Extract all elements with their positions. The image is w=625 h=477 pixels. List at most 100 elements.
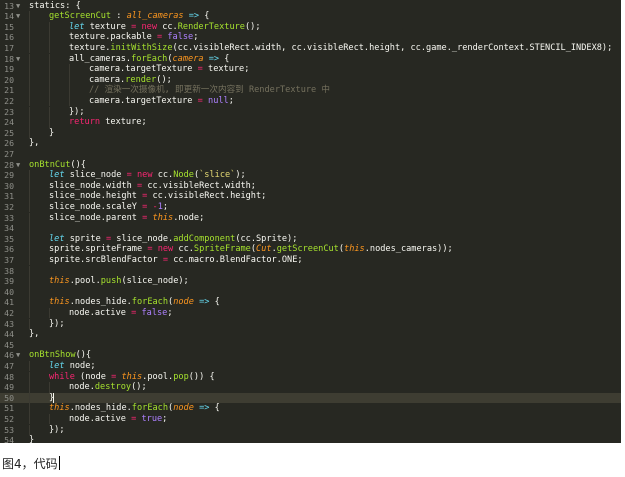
code-editor[interactable]: 13 ▼ statics: {14 ▼ getScreenCut : all_camer… — [0, 0, 621, 443]
fold-arrow-icon[interactable]: ▼ — [16, 11, 24, 22]
code-line[interactable]: 24 return texture; — [0, 117, 621, 128]
code-line[interactable]: 36 sprite.spriteFrame = new cc.SpriteFram… — [0, 244, 621, 255]
code-line[interactable]: 29 let slice_node = new cc.Node(`slice`); — [0, 170, 621, 181]
line-number: 15 — [4, 21, 14, 32]
code-line[interactable]: 34 — [0, 223, 621, 234]
line-number: 17 — [4, 42, 14, 53]
code-line[interactable]: 42 node.active = false; — [0, 307, 621, 319]
code-text: camera.targetTexture = texture; — [29, 64, 249, 75]
code-token: true — [141, 413, 163, 424]
code-token: forEach — [131, 297, 169, 308]
code-token: { — [199, 11, 210, 22]
code-line[interactable]: 47 let node; — [0, 360, 621, 372]
code-token: destroy — [94, 382, 132, 393]
indent-guide — [49, 32, 50, 43]
code-line[interactable]: 40 — [0, 286, 621, 298]
line-number: 14 — [4, 11, 14, 22]
code-token: null — [208, 95, 229, 106]
indent-guide — [29, 403, 30, 414]
code-line[interactable]: 48 while (node = this.pool.pop()) { — [0, 371, 621, 383]
code-token: getScreenCut — [276, 244, 339, 255]
code-token: ; — [228, 95, 234, 106]
indent-guide — [29, 297, 30, 308]
line-number: 42 — [4, 307, 14, 318]
code-line[interactable]: 15 let texture = new cc.RenderTexture(); — [0, 21, 621, 33]
code-line[interactable]: 14 ▼ getScreenCut : all_cameras => { — [0, 11, 621, 22]
code-line[interactable]: 35 let sprite = slice_node.addComponent(c… — [0, 233, 621, 245]
code-line[interactable]: 13 ▼ statics: { — [0, 1, 621, 12]
code-line[interactable]: 19 camera.targetTexture = texture; — [0, 64, 621, 75]
indent-guide — [29, 318, 30, 330]
code-token: texture; — [202, 64, 250, 75]
code-line[interactable]: 21 // 渲染一次摄像机, 即更新一次内容到 RenderTexture 中 — [0, 85, 621, 96]
code-line[interactable]: 30 slice_node.width = cc.visibleRect.widt… — [0, 180, 621, 192]
code-token: node. — [69, 382, 95, 393]
code-token: this — [344, 244, 365, 255]
code-token: while — [49, 371, 75, 382]
indent-guide — [29, 392, 30, 404]
code-token: `slice` — [199, 170, 236, 181]
indent-guide — [29, 201, 30, 213]
fold-arrow-icon[interactable]: ▼ — [16, 1, 24, 12]
code-line[interactable]: 50} — [0, 392, 621, 404]
code-line[interactable]: 46 ▼ onBtnShow(){ — [0, 350, 621, 361]
text-cursor — [58, 456, 60, 470]
code-line[interactable]: 33 slice_node.parent = this.node; — [0, 212, 621, 224]
code-token: camera. — [89, 74, 126, 85]
code-text: }); — [29, 318, 65, 330]
code-line[interactable]: 27 — [0, 149, 621, 160]
figure-caption[interactable]: 图4，代码 — [2, 455, 60, 472]
code-line[interactable]: 18 ▼ all_cameras.forEach(camera => { — [0, 53, 621, 65]
code-line[interactable]: 31 slice_node.height = cc.visibleRect.hei… — [0, 191, 621, 202]
code-line[interactable]: 39 this.pool.push(slice_node); — [0, 276, 621, 287]
indent-guide — [49, 95, 50, 107]
code-text: slice_node.width = cc.visibleRect.width; — [29, 180, 256, 192]
code-line[interactable]: 41 this.nodes_hide.forEach(node => { — [0, 297, 621, 308]
code-line[interactable]: 17 texture.initWithSize(cc.visibleRect.wi… — [0, 42, 621, 54]
line-number: 43 — [4, 318, 14, 329]
code-token: forEach — [131, 403, 169, 414]
code-line[interactable]: 44}, — [0, 329, 621, 340]
fold-arrow-icon[interactable]: ▼ — [16, 160, 24, 171]
line-number: 28 — [4, 159, 14, 170]
code-token: => — [188, 11, 200, 22]
code-text: while (node = this.pool.pop()) { — [29, 371, 215, 383]
line-number: 26 — [4, 138, 14, 149]
code-token: }); — [49, 318, 65, 329]
code-line[interactable]: 54} — [0, 435, 621, 443]
code-line[interactable]: 26}, — [0, 138, 621, 149]
code-token: (cc.Sprite); — [235, 233, 298, 244]
code-line[interactable]: 45 — [0, 340, 621, 351]
fold-arrow-icon[interactable]: ▼ — [16, 350, 24, 361]
line-number: 31 — [4, 191, 14, 202]
code-line[interactable]: 28 ▼ onBtnCut(){ — [0, 160, 621, 171]
code-line[interactable]: 52 node.active = true; — [0, 413, 621, 425]
fold-arrow-icon[interactable]: ▼ — [16, 54, 24, 65]
code-line[interactable]: 22 camera.targetTexture = null; — [0, 95, 621, 107]
code-line[interactable]: 20 camera.render(); — [0, 74, 621, 86]
code-text: let texture = new cc.RenderTexture(); — [29, 21, 261, 33]
code-line[interactable]: 32 slice_node.scaleY = -1; — [0, 201, 621, 213]
code-line[interactable]: 38 — [0, 265, 621, 277]
code-line[interactable]: 25} — [0, 127, 621, 139]
code-text: statics: { — [29, 1, 81, 12]
code-token: cc. — [157, 21, 178, 32]
indent-guide — [29, 223, 30, 234]
code-token: this — [121, 371, 143, 382]
code-line[interactable]: 43}); — [0, 318, 621, 330]
code-line[interactable]: 23}); — [0, 106, 621, 118]
code-line[interactable]: 49 node.destroy(); — [0, 382, 621, 393]
code-text: } — [29, 392, 55, 404]
code-line[interactable]: 37 sprite.srcBlendFactor = cc.macro.Blend… — [0, 254, 621, 266]
code-line[interactable]: 51 this.nodes_hide.forEach(node => { — [0, 403, 621, 414]
code-token: this — [49, 276, 70, 287]
code-token: }, — [29, 138, 40, 149]
line-number: 49 — [4, 382, 14, 393]
code-line[interactable]: 16 texture.packable = false; — [0, 32, 621, 43]
line-number: 16 — [4, 32, 14, 43]
code-token: }, — [29, 329, 40, 340]
code-token: texture.packable — [69, 32, 157, 43]
code-token: .nodes_hide. — [69, 297, 132, 308]
code-line[interactable]: 53}); — [0, 424, 621, 436]
code-token: ; — [193, 32, 199, 43]
